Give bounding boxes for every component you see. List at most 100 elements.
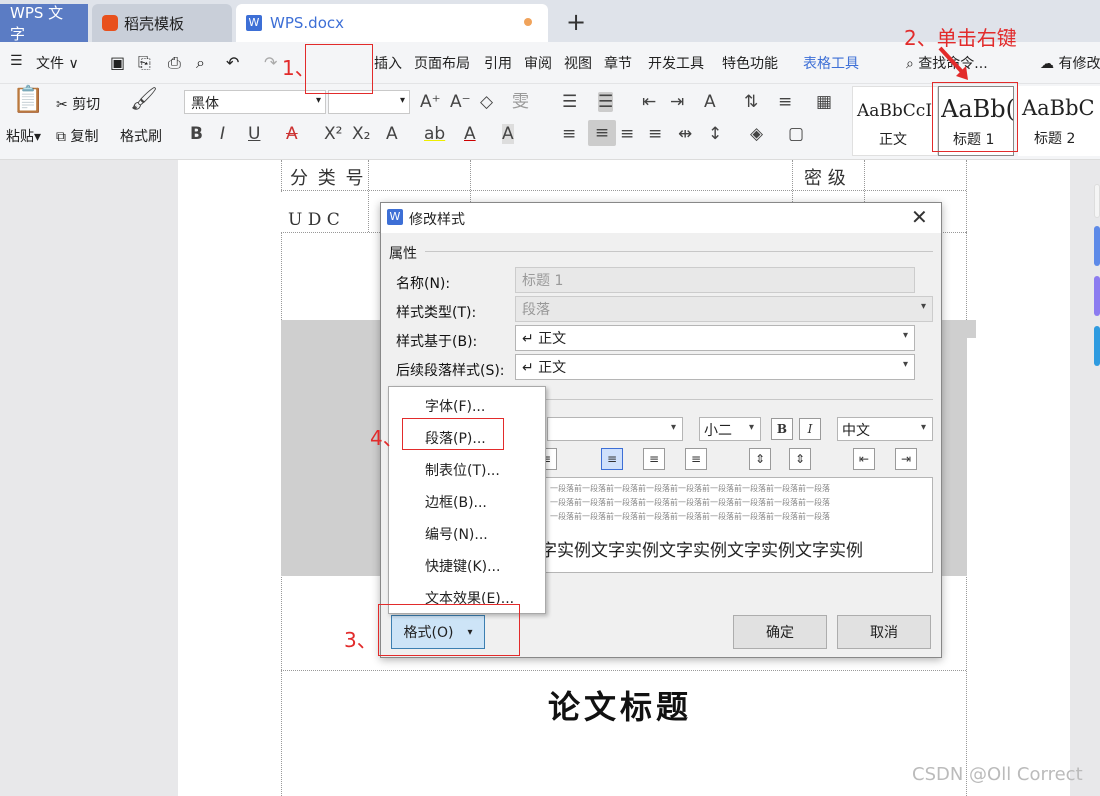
side-panel-tab[interactable] bbox=[1094, 326, 1100, 366]
side-panel-tab[interactable] bbox=[1094, 184, 1100, 218]
border-icon[interactable]: ▢ bbox=[788, 124, 804, 144]
menu-dev[interactable]: 开发工具 bbox=[648, 53, 704, 73]
font-color-icon[interactable]: A bbox=[464, 124, 476, 144]
decrease-indent-icon[interactable]: ⇤ bbox=[853, 448, 875, 470]
align-right-icon[interactable]: ≡ bbox=[643, 448, 665, 470]
bold-toggle[interactable]: B bbox=[771, 418, 793, 440]
side-panel-tab[interactable] bbox=[1094, 226, 1100, 266]
menu-special[interactable]: 特色功能 bbox=[722, 53, 778, 73]
underline-icon[interactable]: U bbox=[248, 124, 260, 144]
cloud-modified[interactable]: ☁ 有修改 bbox=[1040, 53, 1100, 73]
format-painter-icon[interactable]: 🖌 bbox=[130, 89, 158, 111]
style-heading-2[interactable]: AaBbC 标题 2 bbox=[1018, 86, 1100, 156]
undo-icon[interactable]: ↶ bbox=[226, 53, 239, 72]
menu-item-tabs[interactable]: 制表位(T)... bbox=[425, 460, 500, 480]
modified-label: 有修改 bbox=[1058, 56, 1100, 72]
ok-button[interactable]: 确定 bbox=[733, 615, 827, 649]
numbered-list-icon[interactable]: ☰ bbox=[598, 92, 614, 112]
save-icon[interactable]: ▣ bbox=[110, 53, 125, 72]
font-size-value: 小二 bbox=[704, 423, 732, 439]
tab-template[interactable]: 稻壳模板 bbox=[92, 4, 232, 42]
align-left-icon[interactable]: ≡ bbox=[562, 124, 576, 144]
menu-view[interactable]: 视图 bbox=[564, 53, 592, 73]
grow-font-icon[interactable]: A⁺ bbox=[420, 92, 441, 112]
next-style-select[interactable]: ↵ 正文 ▾ bbox=[515, 354, 915, 380]
side-panel-tab[interactable] bbox=[1094, 276, 1100, 316]
copy-button[interactable]: ⧉ 复制 bbox=[56, 126, 98, 146]
menu-item-borders[interactable]: 边框(B)... bbox=[425, 492, 487, 512]
shrink-font-icon[interactable]: A⁻ bbox=[450, 92, 471, 112]
decrease-indent-icon[interactable]: ⇤ bbox=[642, 92, 656, 112]
preview-icon[interactable]: ⌕ bbox=[196, 53, 205, 73]
menu-layout[interactable]: 页面布局 bbox=[414, 53, 470, 73]
hamburger-icon[interactable]: ☰ bbox=[10, 53, 23, 69]
sort-icon[interactable]: ⇅ bbox=[744, 92, 758, 112]
menu-item-label: 边框(B)... bbox=[425, 495, 487, 511]
line-spacing-single-icon[interactable]: ⇕ bbox=[749, 448, 771, 470]
tab-wps-writer[interactable]: WPS 文字 bbox=[0, 4, 88, 43]
strikethrough-icon[interactable]: A bbox=[286, 124, 298, 144]
table-icon[interactable]: ▦ bbox=[816, 92, 832, 112]
paste-button[interactable]: 粘贴▾ bbox=[6, 126, 41, 146]
menu-item-shortcut[interactable]: 快捷键(K)... bbox=[425, 556, 500, 576]
redo-icon[interactable]: ↷ bbox=[264, 53, 277, 72]
bullet-list-icon[interactable]: ☰ bbox=[562, 92, 577, 112]
justify-icon[interactable]: ≡ bbox=[685, 448, 707, 470]
line-spacing-double-icon[interactable]: ⇕ bbox=[789, 448, 811, 470]
style-name-input[interactable]: 标题 1 bbox=[515, 267, 915, 293]
style-type-select[interactable]: 段落 ▾ bbox=[515, 296, 933, 322]
format-painter-button[interactable]: 格式刷 bbox=[120, 126, 162, 146]
justify-icon[interactable]: ≡ bbox=[648, 124, 662, 144]
menu-item-font[interactable]: 字体(F)... bbox=[425, 396, 485, 416]
text-effect-icon[interactable]: A bbox=[386, 124, 398, 144]
menu-item-label: 字体(F)... bbox=[425, 399, 486, 415]
line-spacing-icon[interactable]: ↕ bbox=[708, 124, 722, 144]
menu-review[interactable]: 审阅 bbox=[524, 53, 552, 73]
highlight-icon[interactable]: ab bbox=[424, 124, 445, 144]
style-label: 正文 bbox=[879, 132, 907, 148]
distribute-icon[interactable]: ⇹ bbox=[678, 124, 692, 144]
style-normal[interactable]: AaBbCcI 正文 bbox=[852, 86, 938, 156]
language-select[interactable]: 中文 ▾ bbox=[837, 417, 933, 441]
italic-toggle[interactable]: I bbox=[799, 418, 821, 440]
language-value: 中文 bbox=[842, 423, 870, 439]
increase-indent-icon[interactable]: ⇥ bbox=[670, 92, 684, 112]
align-center-icon[interactable]: ≡ bbox=[588, 120, 616, 146]
clear-format-icon[interactable]: ◇ bbox=[480, 92, 493, 112]
menu-file[interactable]: 文件 ∨ bbox=[36, 53, 79, 73]
name-label: 名称(N): bbox=[396, 276, 451, 292]
cut-button[interactable]: ✂ 剪切 bbox=[56, 94, 100, 114]
align-right-icon[interactable]: ≡ bbox=[620, 124, 634, 144]
section-divider bbox=[425, 251, 933, 252]
superscript-icon[interactable]: X² bbox=[324, 124, 342, 144]
tab-label: WPS 文字 bbox=[10, 4, 64, 43]
italic-icon[interactable]: I bbox=[220, 124, 225, 144]
new-tab-plus-icon[interactable]: + bbox=[566, 8, 586, 36]
char-shading-icon[interactable]: A bbox=[502, 124, 514, 144]
tab-document[interactable]: W WPS.docx bbox=[236, 4, 548, 42]
udc-label: U D C bbox=[288, 210, 340, 230]
format-icon[interactable]: ⎘ bbox=[138, 53, 151, 73]
menu-table-tools[interactable]: 表格工具 bbox=[803, 53, 859, 73]
menu-item-numbering[interactable]: 编号(N)... bbox=[425, 524, 488, 544]
increase-indent-icon[interactable]: ⇥ bbox=[895, 448, 917, 470]
subscript-icon[interactable]: X₂ bbox=[352, 124, 370, 144]
change-case-icon[interactable]: A bbox=[704, 92, 716, 112]
spacing-icon[interactable]: ≡ bbox=[778, 92, 792, 112]
phonetic-icon[interactable]: 雯 bbox=[512, 92, 529, 112]
based-on-select[interactable]: ↵ 正文 ▾ bbox=[515, 325, 915, 351]
print-icon[interactable]: ⎙ bbox=[168, 53, 181, 73]
highlight-box-paragraph bbox=[402, 418, 504, 450]
paste-icon[interactable]: 📋 bbox=[12, 87, 44, 113]
align-center-icon[interactable]: ≡ bbox=[601, 448, 623, 470]
close-icon[interactable]: ✕ bbox=[911, 205, 928, 229]
menu-chapter[interactable]: 章节 bbox=[604, 53, 632, 73]
font-select[interactable]: ▾ bbox=[547, 417, 683, 441]
shading-icon[interactable]: ◈ bbox=[750, 124, 763, 144]
menu-insert[interactable]: 插入 bbox=[374, 53, 402, 73]
menu-reference[interactable]: 引用 bbox=[484, 53, 512, 73]
cancel-button[interactable]: 取消 bbox=[837, 615, 931, 649]
bold-icon[interactable]: B bbox=[190, 124, 203, 144]
font-size-select[interactable]: 小二 ▾ bbox=[699, 417, 761, 441]
chevron-down-icon: ▾ bbox=[670, 422, 676, 433]
